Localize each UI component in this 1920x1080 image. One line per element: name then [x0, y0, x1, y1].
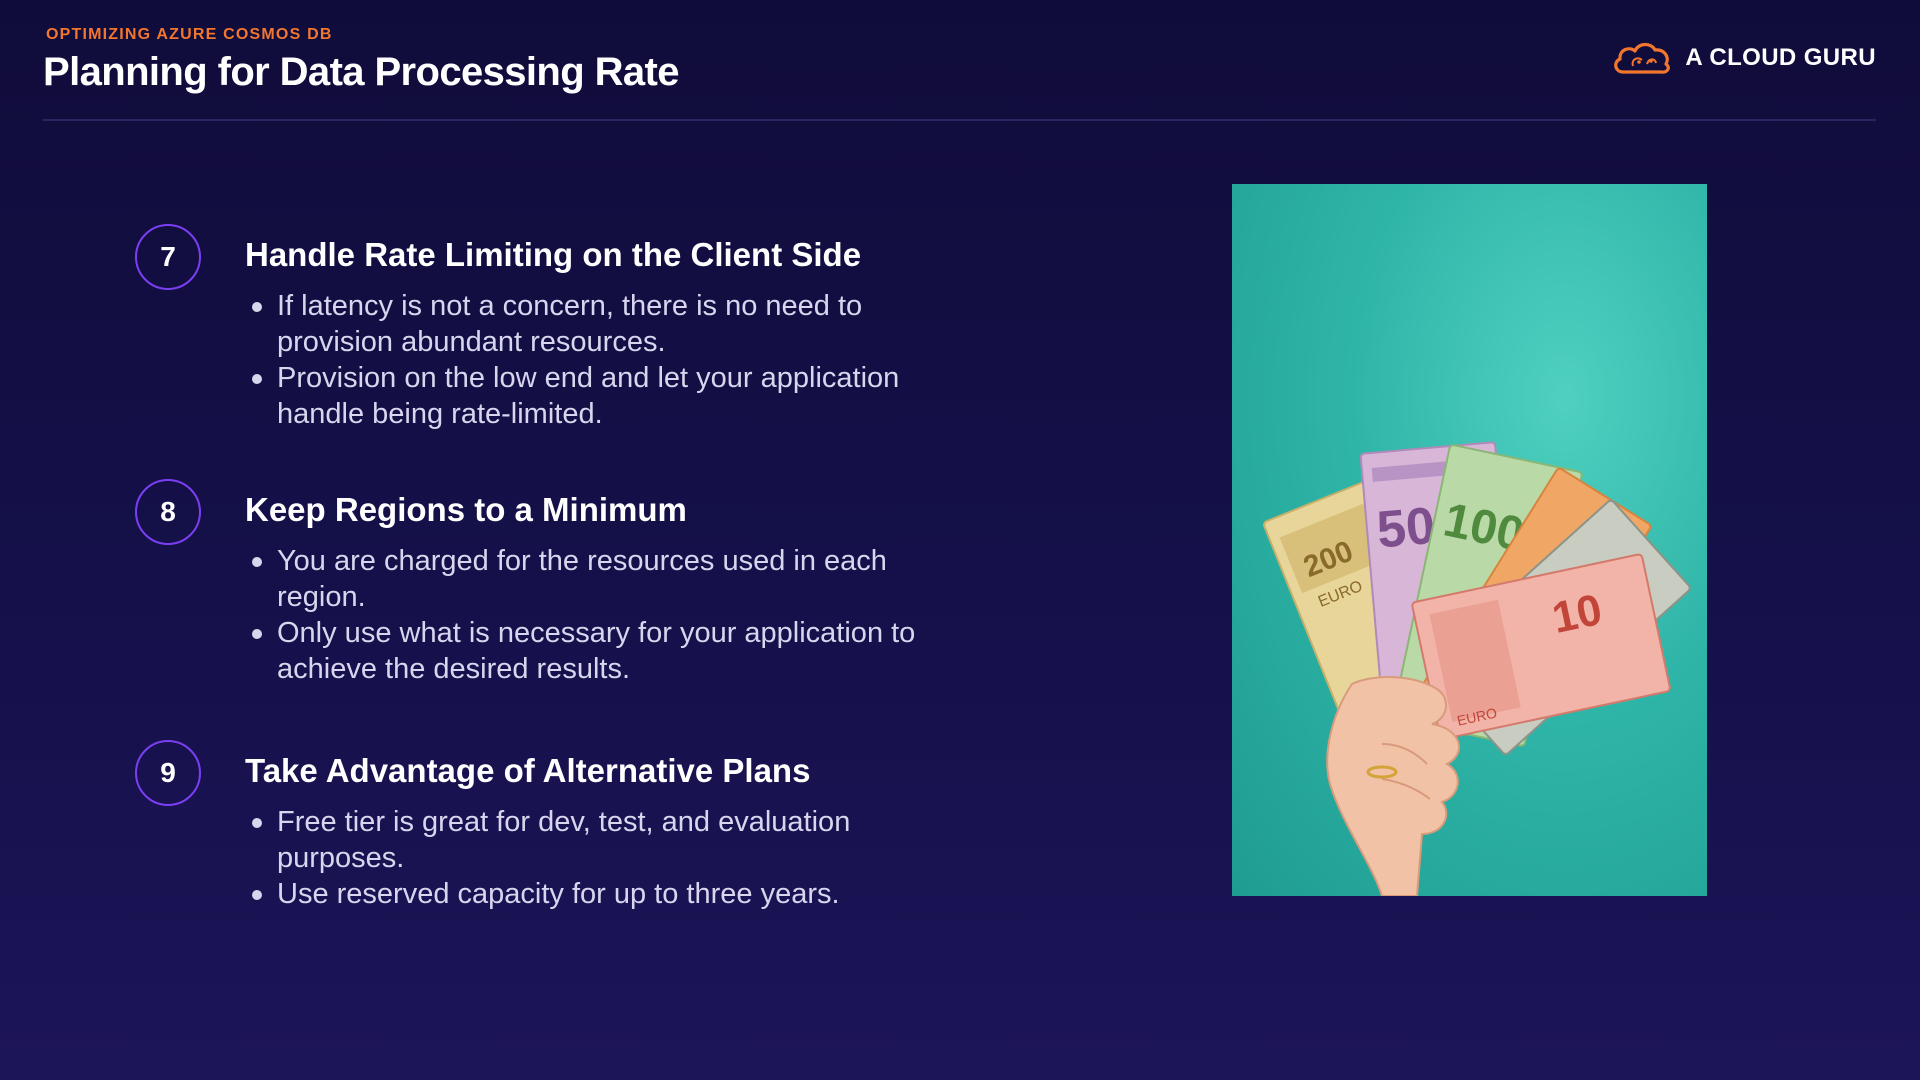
bullet-item: Use reserved capacity for up to three ye…	[245, 876, 945, 912]
bullet-item: Only use what is necessary for your appl…	[245, 615, 945, 687]
section-title: Handle Rate Limiting on the Client Side	[245, 236, 862, 273]
step-number-badge: 9	[135, 740, 201, 806]
bullet-dot-icon	[252, 557, 262, 567]
bullet-text: Only use what is necessary for your appl…	[277, 617, 916, 685]
header-divider	[43, 119, 1876, 121]
bullet-list: You are charged for the resources used i…	[245, 543, 945, 687]
bullet-text: You are charged for the resources used i…	[277, 545, 887, 613]
money-photo: 200 EURO 500 100 10 EURO	[1232, 184, 1707, 896]
bullet-item: Free tier is great for dev, test, and ev…	[245, 804, 945, 876]
section-title: Keep Regions to a Minimum	[245, 491, 687, 528]
bullet-text: Use reserved capacity for up to three ye…	[277, 878, 840, 910]
note-10-label: 10	[1548, 585, 1606, 643]
bullet-text: If latency is not a concern, there is no…	[277, 290, 863, 358]
cloud-logo-icon	[1611, 38, 1673, 78]
brand-name: A CLOUD GURU	[1685, 44, 1876, 71]
bullet-dot-icon	[252, 890, 262, 900]
slide-title: Planning for Data Processing Rate	[43, 50, 680, 94]
bullet-dot-icon	[252, 629, 262, 639]
bullet-list: If latency is not a concern, there is no…	[245, 288, 945, 432]
bullet-item: You are charged for the resources used i…	[245, 543, 945, 615]
bullet-item: If latency is not a concern, there is no…	[245, 288, 945, 360]
bullet-text: Free tier is great for dev, test, and ev…	[277, 806, 851, 874]
step-number-badge: 7	[135, 224, 201, 290]
bullet-item: Provision on the low end and let your ap…	[245, 360, 945, 432]
brand: A CLOUD GURU	[1611, 38, 1876, 78]
hand-holding-euro-banknotes-icon: 200 EURO 500 100 10 EURO	[1263, 441, 1691, 896]
section-title: Take Advantage of Alternative Plans	[245, 752, 811, 789]
slide-eyebrow: OPTIMIZING AZURE COSMOS DB	[46, 26, 333, 43]
bullet-dot-icon	[252, 302, 262, 312]
bullet-list: Free tier is great for dev, test, and ev…	[245, 804, 945, 912]
bullet-dot-icon	[252, 374, 262, 384]
step-number-badge: 8	[135, 479, 201, 545]
bullet-dot-icon	[252, 818, 262, 828]
bullet-text: Provision on the low end and let your ap…	[277, 362, 900, 430]
